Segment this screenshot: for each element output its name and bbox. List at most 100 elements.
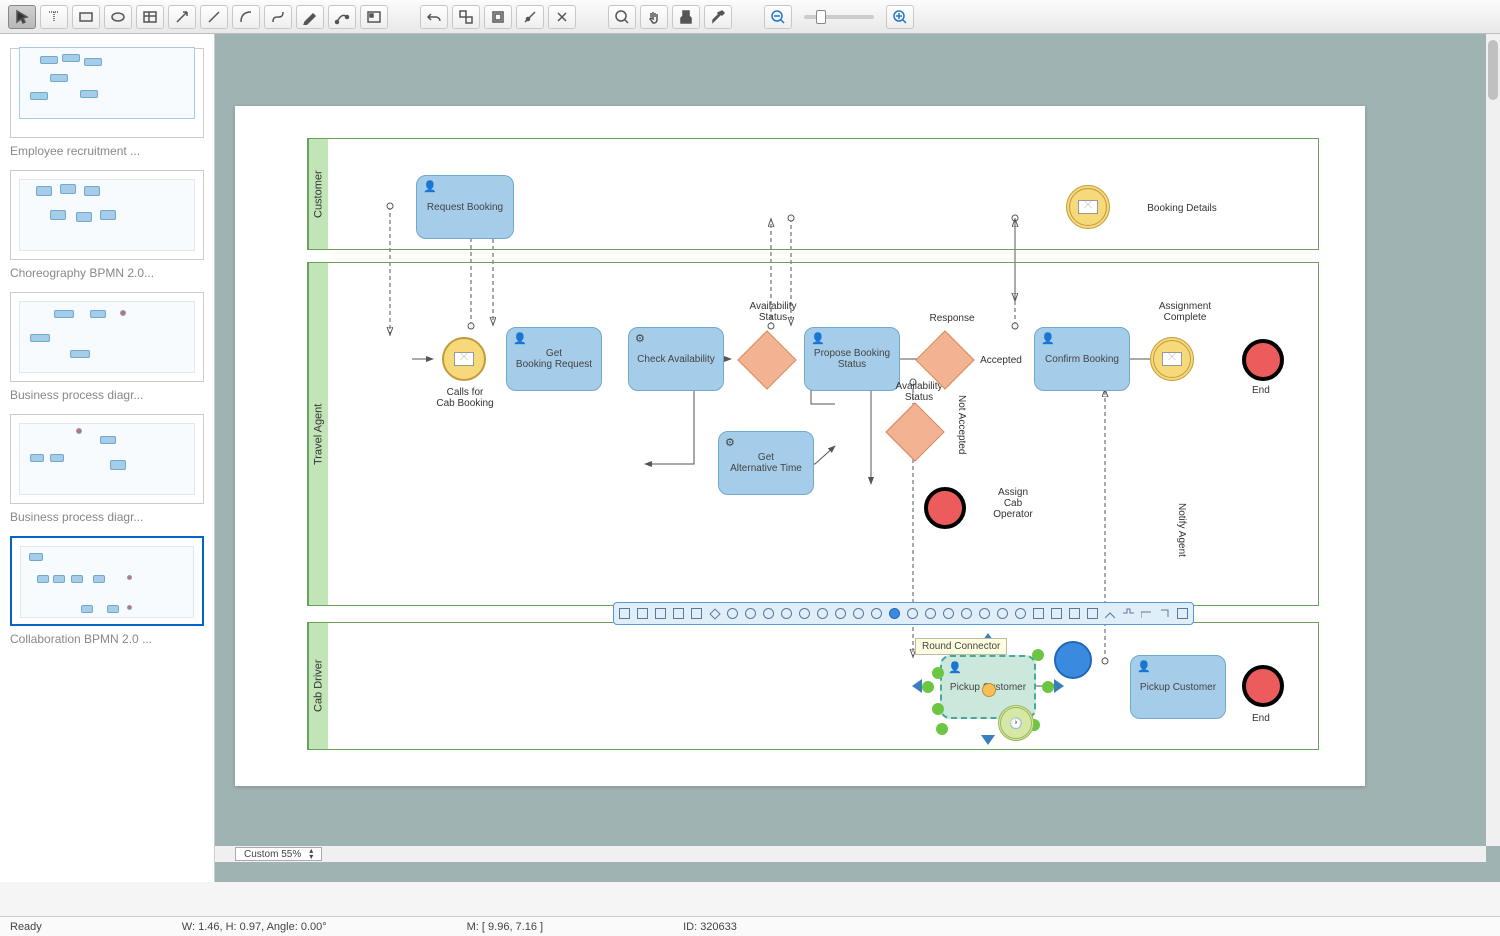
task-confirm-booking[interactable]: 👤Confirm Booking <box>1034 327 1130 391</box>
thumbnail-4[interactable] <box>10 414 204 504</box>
ungroup-button[interactable] <box>452 5 480 29</box>
rbtn-27[interactable] <box>1084 605 1101 622</box>
zoom-tool[interactable] <box>608 5 636 29</box>
rbtn-2[interactable] <box>634 605 651 622</box>
task-check-availability[interactable]: ⚙Check Availability <box>628 327 724 391</box>
vertical-scrollbar[interactable] <box>1486 34 1500 846</box>
snap-button[interactable] <box>548 5 576 29</box>
curve-tool[interactable] <box>232 5 260 29</box>
rbtn-21[interactable] <box>976 605 993 622</box>
rbtn-6[interactable] <box>706 605 723 622</box>
pool-driver-label: Cab Driver <box>308 623 328 749</box>
thumbnail-2[interactable] <box>10 170 204 260</box>
rbtn-18[interactable] <box>922 605 939 622</box>
rbtn-14[interactable] <box>850 605 867 622</box>
table-tool[interactable] <box>136 5 164 29</box>
stamp-tool[interactable] <box>672 5 700 29</box>
rbtn-24[interactable] <box>1030 605 1047 622</box>
rbtn-31[interactable] <box>1156 605 1173 622</box>
arrow-tool[interactable] <box>168 5 196 29</box>
align-button[interactable] <box>516 5 544 29</box>
gateway-availability[interactable] <box>737 330 796 389</box>
library-tool[interactable] <box>360 5 388 29</box>
round-connector[interactable] <box>1054 641 1092 679</box>
handle-w[interactable] <box>922 681 934 693</box>
rbtn-1[interactable] <box>616 605 633 622</box>
zoom-combo[interactable]: Custom 55%▴▾ <box>235 847 322 861</box>
message-event-booking-details[interactable] <box>1066 185 1110 229</box>
text-tool[interactable] <box>40 5 68 29</box>
rbtn-25[interactable] <box>1048 605 1065 622</box>
bezier-tool[interactable] <box>264 5 292 29</box>
gateway-small[interactable] <box>885 402 944 461</box>
conn-handle-down[interactable] <box>981 735 995 745</box>
handle-sw[interactable] <box>932 703 944 715</box>
thumbnail-2-label: Choreography BPMN 2.0... <box>10 266 204 280</box>
line-tool[interactable] <box>200 5 228 29</box>
edit-points-tool[interactable] <box>328 5 356 29</box>
rbtn-8[interactable] <box>742 605 759 622</box>
thumbnail-1[interactable] <box>10 48 204 138</box>
handle-nw[interactable] <box>932 667 944 679</box>
rbtn-22[interactable] <box>994 605 1011 622</box>
rbtn-28[interactable] <box>1102 605 1119 622</box>
canvas-viewport[interactable]: Customer 👤 Request Booking Booking Detai… <box>215 34 1486 846</box>
rbtn-23[interactable] <box>1012 605 1029 622</box>
rbtn-9[interactable] <box>760 605 777 622</box>
rbtn-19[interactable] <box>940 605 957 622</box>
rbtn-10[interactable] <box>778 605 795 622</box>
task-alt-time[interactable]: ⚙Get Alternative Time <box>718 431 814 495</box>
end-event-driver[interactable] <box>1242 665 1284 707</box>
task-get-booking-request[interactable]: 👤Get Booking Request <box>506 327 602 391</box>
timer-event[interactable]: 🕐 <box>998 705 1034 741</box>
rbtn-16[interactable] <box>886 605 903 622</box>
user-icon: 👤 <box>513 332 527 345</box>
zoom-out-button[interactable] <box>764 5 792 29</box>
rbtn-11[interactable] <box>796 605 813 622</box>
vscroll-thumb[interactable] <box>1488 40 1498 100</box>
rbtn-29[interactable] <box>1120 605 1137 622</box>
drawing-sheet[interactable]: Customer 👤 Request Booking Booking Detai… <box>235 106 1365 786</box>
handle-s1[interactable] <box>936 723 948 735</box>
rbtn-13[interactable] <box>832 605 849 622</box>
zoom-in-button[interactable] <box>886 5 914 29</box>
handle-e[interactable] <box>1042 681 1054 693</box>
rect-tool[interactable] <box>72 5 100 29</box>
end-event-agent[interactable] <box>1242 339 1284 381</box>
pool-cab-driver[interactable]: Cab Driver 👤 Pickup Customer <box>307 622 1319 750</box>
start-event-calls[interactable] <box>442 337 486 381</box>
select-tool[interactable] <box>8 5 36 29</box>
rbtn-26[interactable] <box>1066 605 1083 622</box>
task-pickup-customer-2[interactable]: 👤Pickup Customer <box>1130 655 1226 719</box>
eyedropper-tool[interactable] <box>704 5 732 29</box>
rbtn-3[interactable] <box>652 605 669 622</box>
pen-tool[interactable] <box>296 5 324 29</box>
rbtn-15[interactable] <box>868 605 885 622</box>
rbtn-20[interactable] <box>958 605 975 622</box>
rbtn-5[interactable] <box>688 605 705 622</box>
conn-handle-right[interactable] <box>1054 679 1064 693</box>
user-icon: 👤 <box>811 332 825 345</box>
message-event-assignment[interactable] <box>1150 337 1194 381</box>
zoom-slider[interactable] <box>796 15 882 19</box>
conn-handle-left[interactable] <box>912 679 922 693</box>
task-request-booking[interactable]: 👤 Request Booking <box>416 175 514 239</box>
undo-button[interactable] <box>420 5 448 29</box>
rbtn-32[interactable] <box>1174 605 1191 622</box>
pan-tool[interactable] <box>640 5 668 29</box>
label-assign: Assign Cab Operator <box>986 487 1040 520</box>
rbtn-30[interactable] <box>1138 605 1155 622</box>
clock-icon: 🕐 <box>1009 717 1023 730</box>
thumbnail-3[interactable] <box>10 292 204 382</box>
thumbnail-5[interactable] <box>10 536 204 626</box>
rbtn-12[interactable] <box>814 605 831 622</box>
end-event-rejected[interactable] <box>924 487 966 529</box>
rbtn-7[interactable] <box>724 605 741 622</box>
rbtn-17[interactable] <box>904 605 921 622</box>
rbtn-4[interactable] <box>670 605 687 622</box>
pool-travel-agent[interactable]: Travel Agent Calls for Cab Booking 👤Get … <box>307 262 1319 606</box>
handle-ne[interactable] <box>1032 649 1044 661</box>
pool-customer[interactable]: Customer 👤 Request Booking Booking Detai… <box>307 138 1319 250</box>
ellipse-tool[interactable] <box>104 5 132 29</box>
group-button[interactable] <box>484 5 512 29</box>
